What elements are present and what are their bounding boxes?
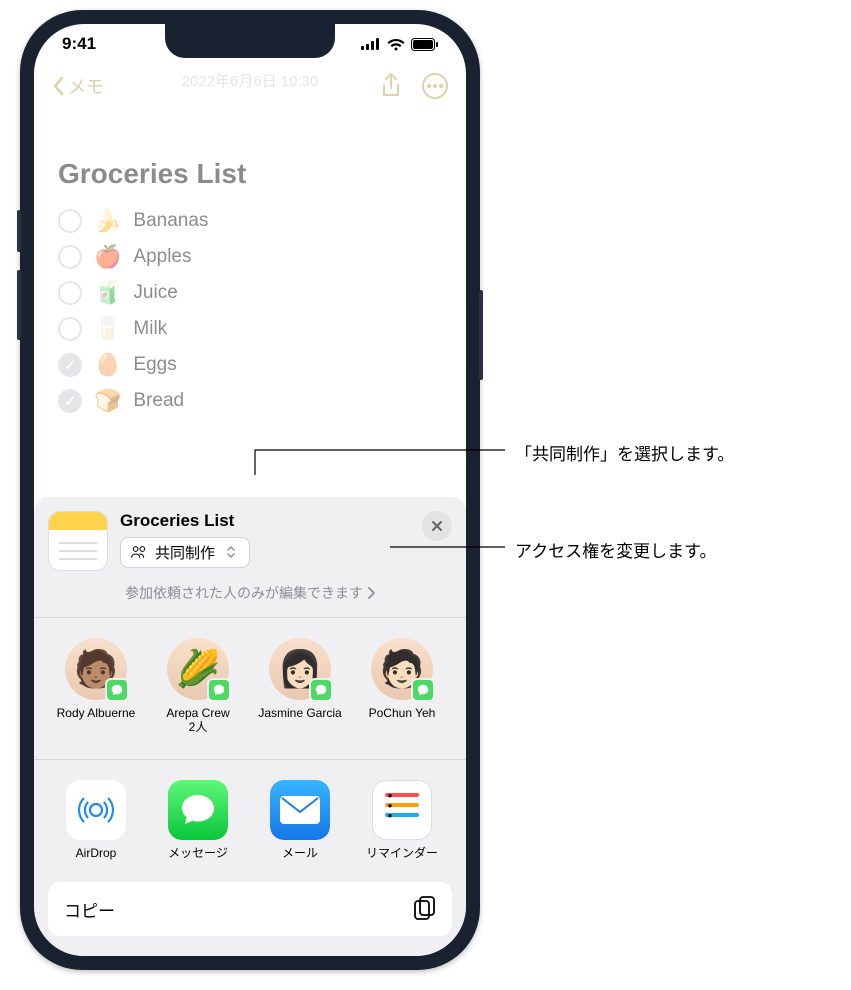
share-contact[interactable]: 👩🏻 Jasmine Garcia (252, 638, 348, 735)
copy-label: コピー (64, 897, 115, 922)
item-label: Juice (133, 282, 177, 304)
share-app-messages[interactable]: メッセージ (150, 780, 246, 860)
nav-bar: メモ (34, 64, 466, 108)
notes-app-icon (48, 511, 108, 571)
checkbox[interactable] (58, 317, 82, 341)
contact-name: Jasmine Garcia (258, 706, 341, 720)
checkbox[interactable] (58, 209, 82, 233)
battery-icon (411, 38, 438, 51)
note-date: 2022年6月6日 10:30 (34, 70, 466, 91)
app-label: リマインダー (366, 846, 438, 860)
share-app-airdrop[interactable]: AirDrop (48, 780, 144, 860)
share-contact[interactable]: 🧑🏽 Rody Albuerne (48, 638, 144, 735)
checklist-item[interactable]: 🍌 Bananas (58, 208, 442, 234)
messages-badge-icon (207, 678, 231, 702)
share-icon[interactable] (380, 73, 402, 99)
item-label: Eggs (133, 354, 176, 376)
item-label: Bananas (133, 210, 208, 232)
contact-name: PoChun Yeh (369, 706, 436, 720)
checkbox[interactable] (58, 281, 82, 305)
checkbox[interactable] (58, 389, 82, 413)
airdrop-icon (66, 780, 126, 840)
close-icon (431, 520, 443, 532)
reminders-icon (372, 780, 432, 840)
status-time: 9:41 (62, 34, 96, 54)
checklist-item[interactable]: 🍎 Apples (58, 244, 442, 270)
checkbox[interactable] (58, 245, 82, 269)
note-title: Groceries List (58, 158, 442, 190)
people-icon (131, 545, 147, 559)
item-emoji: 🍌 (94, 208, 121, 234)
checklist-item[interactable]: 🍞 Bread (58, 388, 442, 414)
updown-icon (223, 545, 239, 559)
access-label: 参加依頼された人のみが編集できます (125, 583, 363, 603)
item-emoji: 🧃 (94, 280, 121, 306)
item-emoji: 🍞 (94, 388, 121, 414)
app-label: メール (282, 846, 318, 860)
mode-label: 共同制作 (155, 542, 215, 563)
checklist-item[interactable]: 🥛 Milk (58, 316, 442, 342)
chevron-left-icon (52, 76, 64, 96)
copy-action[interactable]: コピー (48, 882, 452, 936)
checklist: 🍌 Bananas 🍎 Apples 🧃 Juice 🥛 Milk 🥚 Eggs 🍞 Bread (58, 208, 442, 414)
chevron-right-icon (367, 587, 375, 599)
app-label: メッセージ (168, 846, 228, 860)
messages-icon (168, 780, 228, 840)
messages-badge-icon (309, 678, 333, 702)
item-label: Milk (133, 318, 167, 340)
avatar: 🌽 (167, 638, 229, 700)
apps-row: AirDrop メッセージ メール リマインダー (48, 774, 452, 870)
share-app-mail[interactable]: メール (252, 780, 348, 860)
checklist-item[interactable]: 🧃 Juice (58, 280, 442, 306)
callout-collaborate: 「共同制作」を選択します。 (515, 440, 734, 465)
sheet-title: Groceries List (120, 511, 410, 531)
item-label: Apples (133, 246, 191, 268)
close-button[interactable] (422, 511, 452, 541)
contact-name: Rody Albuerne (57, 706, 136, 720)
checkbox[interactable] (58, 353, 82, 377)
phone-frame: 9:41 メモ (20, 10, 480, 970)
copy-icon (414, 896, 436, 922)
contacts-row: 🧑🏽 Rody Albuerne 🌽 Arepa Crew2人 👩🏻 Jasmine Ga… (48, 632, 452, 745)
item-emoji: 🥚 (94, 352, 121, 378)
wifi-icon (387, 38, 405, 51)
screen: 9:41 メモ (34, 24, 466, 956)
avatar: 👩🏻 (269, 638, 331, 700)
cellular-icon (361, 38, 381, 50)
messages-badge-icon (105, 678, 129, 702)
share-contact[interactable]: 🧑🏻 PoChun Yeh (354, 638, 450, 735)
share-sheet: Groceries List 共同制作 参加依頼された人のみが編集できます (34, 497, 466, 956)
callout-access: アクセス権を変更します。 (515, 537, 716, 562)
mail-icon (270, 780, 330, 840)
more-icon[interactable] (422, 73, 448, 99)
back-label: メモ (68, 73, 104, 99)
avatar: 🧑🏽 (65, 638, 127, 700)
back-button[interactable]: メモ (52, 73, 104, 99)
share-contact[interactable]: 🌽 Arepa Crew2人 (150, 638, 246, 735)
contact-name: Arepa Crew2人 (166, 706, 229, 735)
share-app-reminders[interactable]: リマインダー (354, 780, 450, 860)
app-label: AirDrop (76, 846, 117, 860)
access-permission-row[interactable]: 参加依頼された人のみが編集できます (48, 583, 452, 603)
collaboration-mode-select[interactable]: 共同制作 (120, 537, 250, 568)
item-emoji: 🥛 (94, 316, 121, 342)
checklist-item[interactable]: 🥚 Eggs (58, 352, 442, 378)
item-label: Bread (133, 390, 184, 412)
item-emoji: 🍎 (94, 244, 121, 270)
messages-badge-icon (411, 678, 435, 702)
avatar: 🧑🏻 (371, 638, 433, 700)
